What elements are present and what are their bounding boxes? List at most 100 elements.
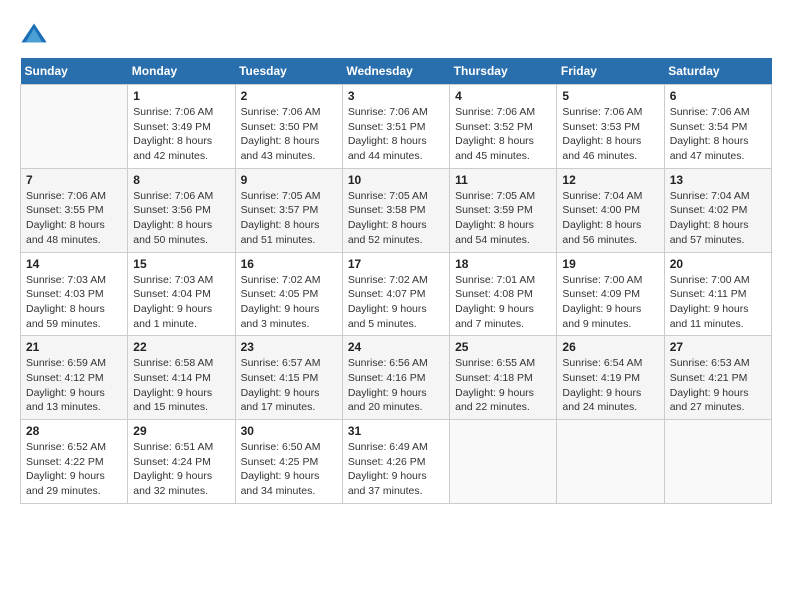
day-number: 10	[348, 173, 444, 187]
day-info: Sunrise: 7:05 AMSunset: 3:58 PMDaylight:…	[348, 189, 444, 248]
calendar-cell: 17 Sunrise: 7:02 AMSunset: 4:07 PMDayligh…	[342, 252, 449, 336]
day-number: 9	[241, 173, 337, 187]
calendar-cell: 4 Sunrise: 7:06 AMSunset: 3:52 PMDaylight…	[450, 85, 557, 169]
calendar-cell	[664, 420, 771, 504]
day-info: Sunrise: 6:51 AMSunset: 4:24 PMDaylight:…	[133, 440, 229, 499]
day-info: Sunrise: 7:01 AMSunset: 4:08 PMDaylight:…	[455, 273, 551, 332]
week-row-1: 1 Sunrise: 7:06 AMSunset: 3:49 PMDaylight…	[21, 85, 772, 169]
day-info: Sunrise: 7:05 AMSunset: 3:57 PMDaylight:…	[241, 189, 337, 248]
day-number: 24	[348, 340, 444, 354]
day-number: 1	[133, 89, 229, 103]
calendar-cell: 29 Sunrise: 6:51 AMSunset: 4:24 PMDayligh…	[128, 420, 235, 504]
day-info: Sunrise: 7:06 AMSunset: 3:56 PMDaylight:…	[133, 189, 229, 248]
calendar-cell: 5 Sunrise: 7:06 AMSunset: 3:53 PMDaylight…	[557, 85, 664, 169]
day-number: 29	[133, 424, 229, 438]
day-number: 2	[241, 89, 337, 103]
day-number: 26	[562, 340, 658, 354]
calendar-cell: 11 Sunrise: 7:05 AMSunset: 3:59 PMDayligh…	[450, 168, 557, 252]
day-info: Sunrise: 7:03 AMSunset: 4:03 PMDaylight:…	[26, 273, 122, 332]
day-info: Sunrise: 7:02 AMSunset: 4:05 PMDaylight:…	[241, 273, 337, 332]
week-row-3: 14 Sunrise: 7:03 AMSunset: 4:03 PMDayligh…	[21, 252, 772, 336]
calendar-cell: 3Sunrise: 7:06 AMSunset: 3:51 PMDaylight…	[342, 85, 449, 169]
day-info: Sunrise: 7:04 AMSunset: 4:02 PMDaylight:…	[670, 189, 766, 248]
day-number: 23	[241, 340, 337, 354]
day-info: Sunrise: 7:03 AMSunset: 4:04 PMDaylight:…	[133, 273, 229, 332]
day-header-tuesday: Tuesday	[235, 58, 342, 85]
calendar-cell: 13 Sunrise: 7:04 AMSunset: 4:02 PMDayligh…	[664, 168, 771, 252]
day-number: 31	[348, 424, 444, 438]
day-number: 12	[562, 173, 658, 187]
calendar-cell: 1 Sunrise: 7:06 AMSunset: 3:49 PMDaylight…	[128, 85, 235, 169]
day-number: 19	[562, 257, 658, 271]
calendar-cell: 7 Sunrise: 7:06 AMSunset: 3:55 PMDaylight…	[21, 168, 128, 252]
day-info: Sunrise: 7:06 AMSunset: 3:54 PMDaylight:…	[670, 105, 766, 164]
day-number: 14	[26, 257, 122, 271]
day-number: 13	[670, 173, 766, 187]
calendar-cell: 22 Sunrise: 6:58 AMSunset: 4:14 PMDayligh…	[128, 336, 235, 420]
day-info: Sunrise: 7:06 AMSunset: 3:52 PMDaylight:…	[455, 105, 551, 164]
calendar-cell: 24 Sunrise: 6:56 AMSunset: 4:16 PMDayligh…	[342, 336, 449, 420]
day-number: 6	[670, 89, 766, 103]
day-info: Sunrise: 6:55 AMSunset: 4:18 PMDaylight:…	[455, 356, 551, 415]
calendar-cell	[21, 85, 128, 169]
calendar-cell: 21Sunrise: 6:59 AMSunset: 4:12 PMDayligh…	[21, 336, 128, 420]
day-info: Sunrise: 6:50 AMSunset: 4:25 PMDaylight:…	[241, 440, 337, 499]
calendar-cell: 30 Sunrise: 6:50 AMSunset: 4:25 PMDayligh…	[235, 420, 342, 504]
calendar-cell: 18 Sunrise: 7:01 AMSunset: 4:08 PMDayligh…	[450, 252, 557, 336]
day-number: 30	[241, 424, 337, 438]
day-header-friday: Friday	[557, 58, 664, 85]
day-info: Sunrise: 6:56 AMSunset: 4:16 PMDaylight:…	[348, 356, 444, 415]
day-header-thursday: Thursday	[450, 58, 557, 85]
day-number: 11	[455, 173, 551, 187]
day-number: 25	[455, 340, 551, 354]
day-number: 27	[670, 340, 766, 354]
logo-icon	[20, 20, 48, 48]
day-number: 28	[26, 424, 122, 438]
calendar-header-row: SundayMondayTuesdayWednesdayThursdayFrid…	[21, 58, 772, 85]
calendar-cell: 23Sunrise: 6:57 AMSunset: 4:15 PMDayligh…	[235, 336, 342, 420]
calendar-cell: 28 Sunrise: 6:52 AMSunset: 4:22 PMDayligh…	[21, 420, 128, 504]
day-number: 20	[670, 257, 766, 271]
day-number: 4	[455, 89, 551, 103]
day-info: Sunrise: 7:00 AMSunset: 4:11 PMDaylight:…	[670, 273, 766, 332]
day-info: Sunrise: 7:05 AMSunset: 3:59 PMDaylight:…	[455, 189, 551, 248]
calendar-cell: 19Sunrise: 7:00 AMSunset: 4:09 PMDayligh…	[557, 252, 664, 336]
week-row-2: 7 Sunrise: 7:06 AMSunset: 3:55 PMDaylight…	[21, 168, 772, 252]
calendar-cell: 31 Sunrise: 6:49 AMSunset: 4:26 PMDayligh…	[342, 420, 449, 504]
day-info: Sunrise: 7:06 AMSunset: 3:49 PMDaylight:…	[133, 105, 229, 164]
day-number: 7	[26, 173, 122, 187]
calendar-cell: 12 Sunrise: 7:04 AMSunset: 4:00 PMDayligh…	[557, 168, 664, 252]
calendar-table: SundayMondayTuesdayWednesdayThursdayFrid…	[20, 58, 772, 504]
day-info: Sunrise: 7:06 AMSunset: 3:55 PMDaylight:…	[26, 189, 122, 248]
day-info: Sunrise: 6:58 AMSunset: 4:14 PMDaylight:…	[133, 356, 229, 415]
day-number: 8	[133, 173, 229, 187]
calendar-cell: 6 Sunrise: 7:06 AMSunset: 3:54 PMDaylight…	[664, 85, 771, 169]
calendar-cell: 10 Sunrise: 7:05 AMSunset: 3:58 PMDayligh…	[342, 168, 449, 252]
day-info: Sunrise: 7:06 AMSunset: 3:51 PMDaylight:…	[348, 105, 444, 164]
calendar-cell	[557, 420, 664, 504]
day-number: 16	[241, 257, 337, 271]
logo	[20, 20, 52, 48]
day-number: 5	[562, 89, 658, 103]
calendar-cell: 27 Sunrise: 6:53 AMSunset: 4:21 PMDayligh…	[664, 336, 771, 420]
day-info: Sunrise: 6:49 AMSunset: 4:26 PMDaylight:…	[348, 440, 444, 499]
calendar-cell	[450, 420, 557, 504]
day-info: Sunrise: 7:02 AMSunset: 4:07 PMDaylight:…	[348, 273, 444, 332]
day-header-monday: Monday	[128, 58, 235, 85]
day-number: 15	[133, 257, 229, 271]
day-info: Sunrise: 7:06 AMSunset: 3:50 PMDaylight:…	[241, 105, 337, 164]
day-info: Sunrise: 6:53 AMSunset: 4:21 PMDaylight:…	[670, 356, 766, 415]
day-info: Sunrise: 7:06 AMSunset: 3:53 PMDaylight:…	[562, 105, 658, 164]
day-info: Sunrise: 6:52 AMSunset: 4:22 PMDaylight:…	[26, 440, 122, 499]
calendar-cell: 15 Sunrise: 7:03 AMSunset: 4:04 PMDayligh…	[128, 252, 235, 336]
calendar-cell: 20 Sunrise: 7:00 AMSunset: 4:11 PMDayligh…	[664, 252, 771, 336]
calendar-cell: 14 Sunrise: 7:03 AMSunset: 4:03 PMDayligh…	[21, 252, 128, 336]
day-number: 22	[133, 340, 229, 354]
calendar-cell: 2 Sunrise: 7:06 AMSunset: 3:50 PMDaylight…	[235, 85, 342, 169]
week-row-4: 21Sunrise: 6:59 AMSunset: 4:12 PMDayligh…	[21, 336, 772, 420]
day-header-saturday: Saturday	[664, 58, 771, 85]
day-number: 18	[455, 257, 551, 271]
day-number: 17	[348, 257, 444, 271]
day-info: Sunrise: 7:04 AMSunset: 4:00 PMDaylight:…	[562, 189, 658, 248]
day-header-sunday: Sunday	[21, 58, 128, 85]
